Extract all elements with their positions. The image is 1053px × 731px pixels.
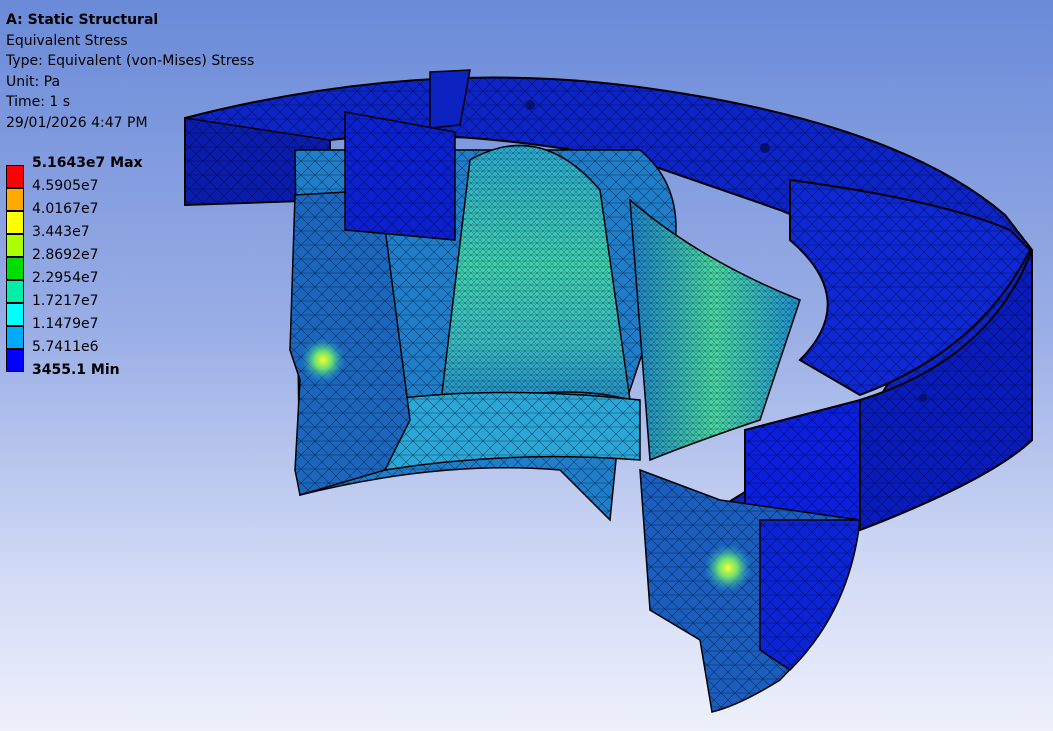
legend-level: 1.1479e7 [6, 315, 186, 349]
result-time: Time: 1 s [6, 94, 71, 111]
legend-value-label: 5.7411e6 [32, 339, 99, 355]
legend-level: 2.2954e7 [6, 269, 186, 303]
legend-level: 2.8692e7 [6, 246, 186, 280]
result-info-panel: A: Static Structural Equivalent Stress T… [6, 10, 254, 134]
legend-level: 4.5905e7 [6, 177, 186, 211]
result-type: Type: Equivalent (von-Mises) Stress [6, 53, 255, 70]
legend-value-label: 4.0167e7 [32, 201, 99, 217]
legend-value-label: 1.7217e7 [32, 293, 99, 309]
legend-value-label: 4.5905e7 [32, 178, 99, 194]
legend-level: 3.443e7 [6, 223, 186, 257]
legend-value-label: 2.2954e7 [32, 270, 99, 286]
legend-max: 5.1643e7 Max [6, 154, 186, 188]
result-unit: Unit: Pa [6, 73, 61, 90]
legend-value-label: 5.1643e7 Max [32, 155, 143, 171]
analysis-title[interactable]: A: Static Structural [6, 10, 254, 31]
legend-value-label: 3.443e7 [32, 224, 90, 240]
legend-level: 5.7411e6 [6, 338, 186, 372]
result-timestamp: 29/01/2026 4:47 PM [6, 114, 148, 131]
legend-level: 1.7217e7 [6, 292, 186, 326]
legend-value-label: 2.8692e7 [32, 247, 99, 263]
legend-value-label: 1.1479e7 [32, 316, 99, 332]
result-name[interactable]: Equivalent Stress [6, 31, 254, 52]
legend-level: 4.0167e7 [6, 200, 186, 234]
legend-value-label: 3455.1 Min [32, 362, 120, 378]
legend-min: 3455.1 Min [6, 361, 186, 384]
